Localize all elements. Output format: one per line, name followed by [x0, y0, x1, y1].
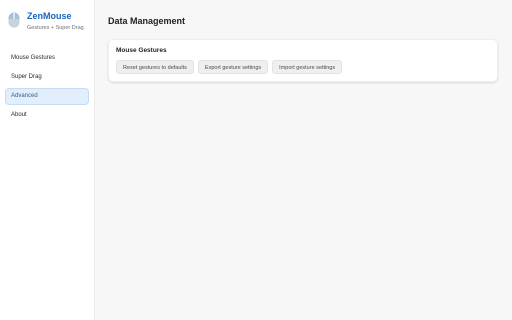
import-gestures-button[interactable]: Import gesture settings — [272, 60, 343, 74]
sidebar-item-advanced[interactable]: Advanced — [5, 88, 89, 105]
brand-text: ZenMouse Gestures + Super Drag — [27, 11, 84, 32]
sidebar: ZenMouse Gestures + Super Drag Mouse Ges… — [0, 0, 95, 320]
brand: ZenMouse Gestures + Super Drag — [5, 0, 89, 45]
sidebar-nav: Mouse Gestures Super Drag Advanced About — [5, 50, 89, 124]
sidebar-item-mouse-gestures[interactable]: Mouse Gestures — [5, 50, 89, 67]
button-row: Reset gestures to defaults Export gestur… — [116, 60, 490, 74]
sidebar-item-about[interactable]: About — [5, 107, 89, 124]
page-title: Data Management — [108, 16, 186, 26]
reset-gestures-button[interactable]: Reset gestures to defaults — [116, 60, 194, 74]
app-window: ZenMouse Gestures + Super Drag Mouse Ges… — [0, 0, 512, 320]
app-name: ZenMouse — [27, 11, 72, 21]
export-gestures-button[interactable]: Export gesture settings — [197, 60, 269, 74]
mouse-logo-icon — [8, 12, 20, 28]
mouse-gestures-card: Mouse Gestures Reset gestures to default… — [108, 39, 498, 82]
app-tagline: Gestures + Super Drag — [27, 25, 84, 31]
sidebar-item-super-drag[interactable]: Super Drag — [5, 69, 89, 86]
main-content: Data Management Mouse Gestures Reset ges… — [95, 0, 512, 320]
card-title: Mouse Gestures — [116, 47, 167, 54]
